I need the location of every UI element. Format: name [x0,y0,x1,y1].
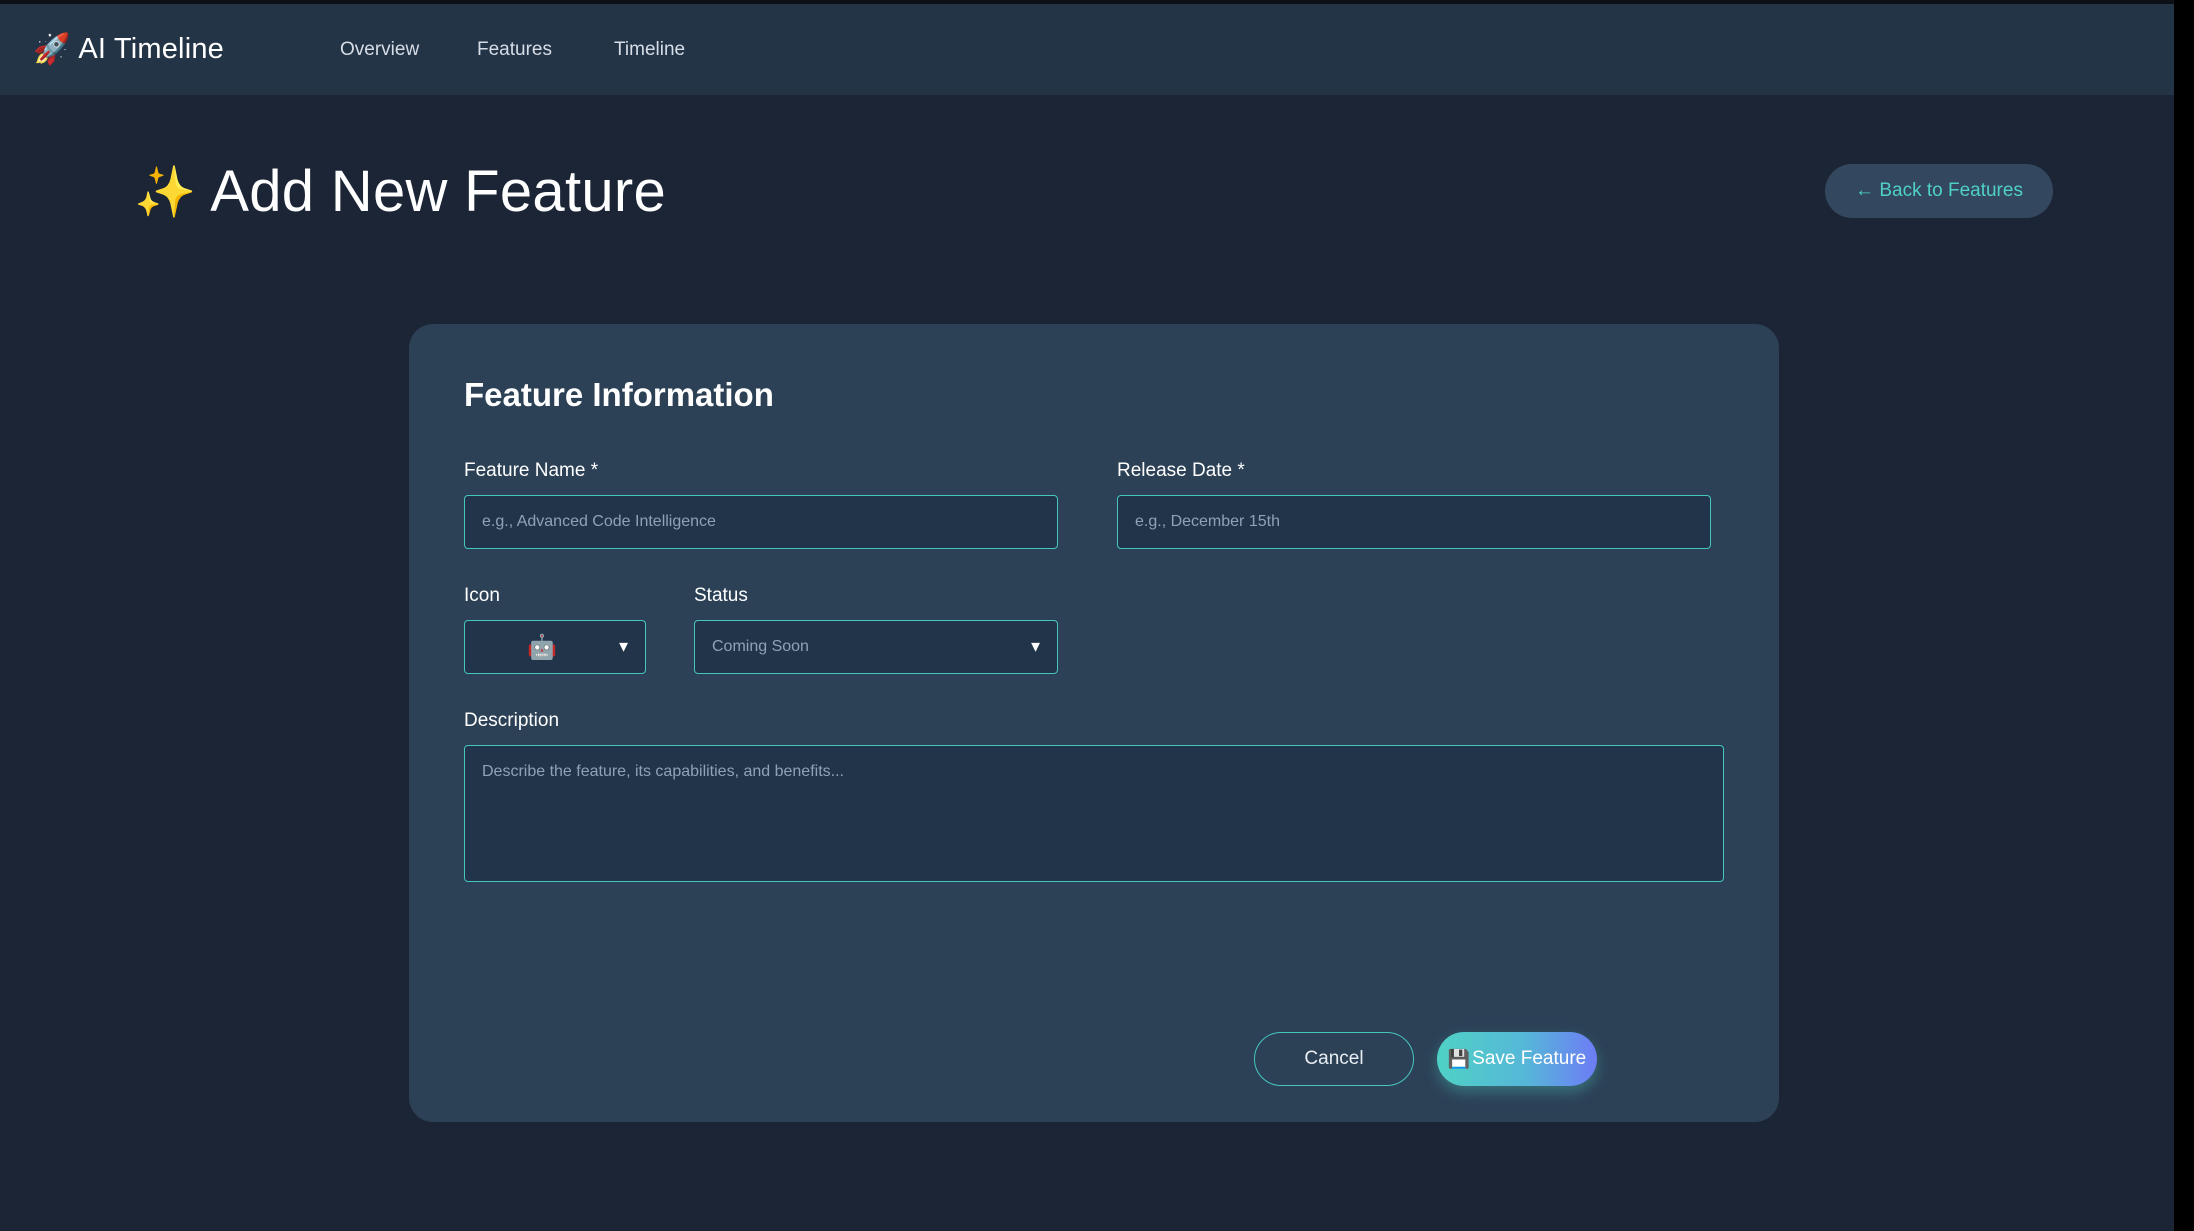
feature-name-label: Feature Name * [464,460,599,481]
chevron-down-icon: ▼ [1028,638,1043,656]
release-date-placeholder: e.g., December 15th [1135,513,1280,530]
save-feature-button[interactable]: 💾 Save Feature [1437,1032,1597,1086]
release-date-input[interactable]: e.g., December 15th [1117,495,1711,549]
chevron-down-icon: ▼ [616,638,631,656]
navbar: 🚀 AI Timeline Overview Features Timeline [0,4,2174,95]
release-date-label: Release Date * [1117,460,1245,481]
nav-link-overview[interactable]: Overview [340,4,419,95]
icon-label: Icon [464,585,500,606]
brand-name: AI Timeline [78,33,225,65]
nav-link-timeline[interactable]: Timeline [614,4,685,95]
description-textarea[interactable]: Describe the feature, its capabilities, … [464,745,1724,882]
status-label: Status [694,585,748,606]
description-label: Description [464,710,560,731]
feature-form-card: Feature Information Feature Name * e.g.,… [409,324,1779,1122]
save-feature-label: Save Feature [1472,1048,1587,1069]
sparkles-icon: ✨ [134,163,197,220]
window-edge [2174,0,2194,1231]
status-selected-value: Coming Soon [712,638,809,655]
feature-name-placeholder: e.g., Advanced Code Intelligence [482,513,716,530]
feature-name-input[interactable]: e.g., Advanced Code Intelligence [464,495,1058,549]
cancel-button[interactable]: Cancel [1254,1032,1414,1086]
status-select[interactable]: Coming Soon ▼ [694,620,1058,674]
brand[interactable]: 🚀 AI Timeline [33,4,224,95]
back-to-features-button[interactable]: ← Back to Features [1825,164,2053,218]
icon-select[interactable]: 🤖 ▼ [464,620,646,674]
nav-link-features[interactable]: Features [477,4,552,95]
page-title: Add New Feature [210,159,667,224]
floppy-disk-icon: 💾 [1447,1048,1471,1069]
robot-icon: 🤖 [527,633,557,661]
rocket-icon: 🚀 [33,32,71,66]
section-title: Feature Information [464,376,774,413]
description-placeholder: Describe the feature, its capabilities, … [482,763,844,780]
page-header: ✨ Add New Feature [134,158,666,225]
